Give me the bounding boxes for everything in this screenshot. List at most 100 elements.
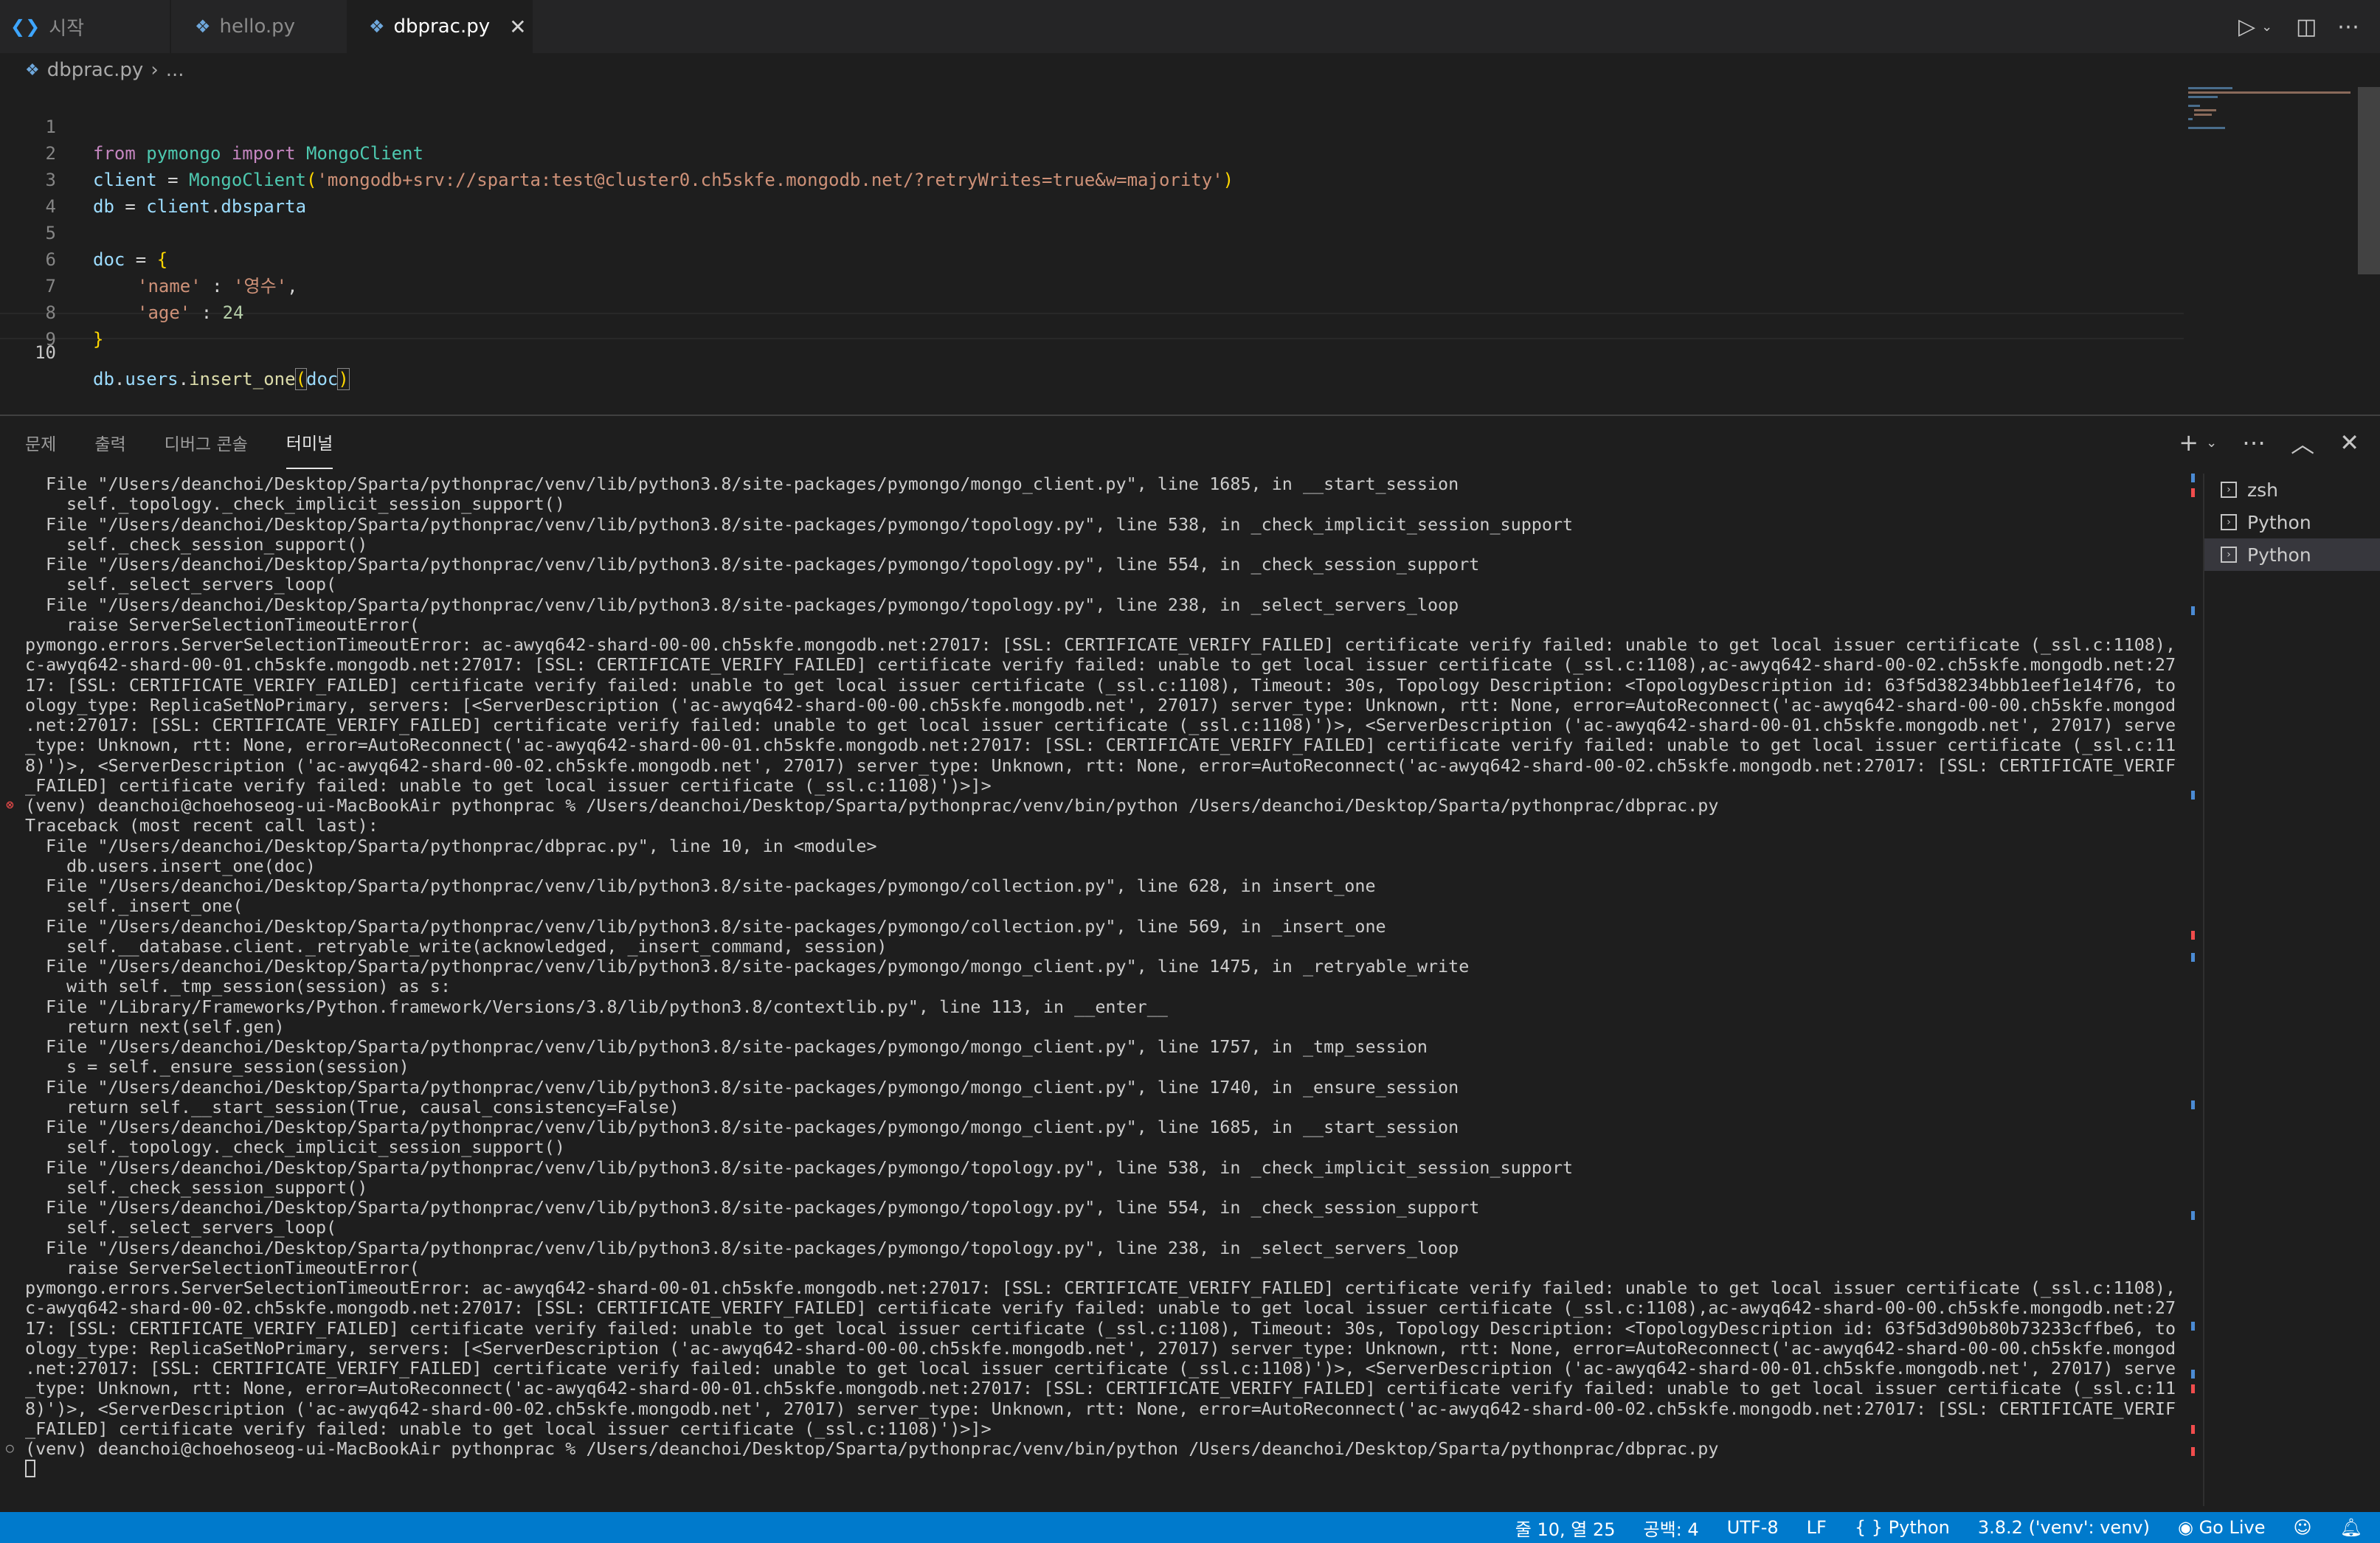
code-line-current: 10 db.users.insert_one(doc) [0,313,2184,390]
editor-scrollbar[interactable] [2358,87,2380,274]
ellipsis-icon[interactable]: ⋯ [2242,429,2266,457]
tab-problems[interactable]: 문제 [25,416,56,469]
tab-label: 시작 [49,17,85,40]
chevron-down-icon[interactable]: ⌄ [2261,19,2272,35]
terminal-line: .net:27017: [SSL: CERTIFICATE_VERIFY_FAI… [25,1358,2176,1379]
terminal-line: File "/Users/deanchoi/Desktop/Sparta/pyt… [46,956,1470,977]
terminal-line: ology_type: ReplicaSetNoPrimary, servers… [25,1337,2176,1359]
tab-label: dbprac.py [393,15,491,38]
terminal-line: self._select_servers_loop( [66,1217,337,1238]
python-file-icon: ❖ [369,16,385,37]
notifications-bell-icon[interactable]: 🔔︎ [2340,1517,2362,1538]
run-python-button[interactable]: ▷ ⌄ [2238,0,2272,53]
feedback-icon[interactable]: ☺ [2294,1517,2312,1538]
tab-terminal[interactable]: 터미널 [286,416,333,469]
terminal-line: self._check_session_support() [66,1176,368,1198]
go-live-button[interactable]: ◉ Go Live [2178,1517,2266,1538]
terminal-line: return next(self.gen) [66,1016,285,1037]
chevron-right-icon: › [151,59,159,81]
terminal-line: raise ServerSelectionTimeoutError( [66,614,420,635]
python-file-icon: ❖ [25,60,40,80]
terminal-line: _type: Unknown, rtt: None, error=AutoRec… [25,1378,2176,1399]
terminal-line: .net:27017: [SSL: CERTIFICATE_VERIFY_FAI… [25,715,2176,735]
terminal-line: self._select_servers_loop( [66,574,337,595]
braces-icon: { } [1854,1517,1883,1538]
status-bar: 줄 10, 열 25 공백: 4 UTF-8 LF { } Python 3.8… [0,1512,2380,1543]
terminal-item-python[interactable]: › Python [2204,506,2380,538]
code-editor[interactable]: 1 from pymongo import MongoClient 2 clie… [0,87,2380,412]
terminal-line: with self._tmp_session(session) as s: [66,976,452,997]
more-actions-button[interactable]: ⋯ [2337,0,2359,53]
tab-debug-console[interactable]: 디버그 콘솔 [165,416,248,469]
tab-output[interactable]: 출력 [94,416,125,469]
terminal-line: File "/Users/deanchoi/Desktop/Sparta/pyt… [46,594,1459,615]
breadcrumb-file[interactable]: dbprac.py [47,59,144,81]
line-number: 10 [35,342,56,363]
terminal-line: raise ServerSelectionTimeoutError( [66,1257,420,1278]
terminal-output[interactable]: File "/Users/deanchoi/Desktop/Sparta/pyt… [0,474,2176,1506]
terminal-line: 17: [SSL: CERTIFICATE_VERIFY_FAILED] cer… [25,674,2176,696]
terminal-line: File "/Users/deanchoi/Desktop/Sparta/pyt… [46,1157,1574,1178]
code-line: 8 } [0,273,2184,350]
terminal-cursor [25,1460,35,1478]
indentation[interactable]: 공백: 4 [1644,1515,1699,1541]
terminal-line: c-awyq642-shard-00-01.ch5skfe.mongodb.ne… [25,654,2176,676]
terminal-line: self._topology._check_implicit_session_s… [66,1137,565,1158]
code-line: 7 'age' : 24 [0,246,2184,323]
play-icon: ▷ [2238,13,2256,40]
terminal-line: File "/Users/deanchoi/Desktop/Sparta/pyt… [46,835,877,856]
encoding[interactable]: UTF-8 [1727,1517,1779,1538]
terminal-line: File "/Users/deanchoi/Desktop/Sparta/pyt… [46,554,1480,575]
command-pending-icon[interactable]: ○ [6,1442,18,1455]
terminal-line: self.__database.client._retryable_write(… [66,935,888,957]
tab-welcome[interactable]: ❮❯ 시작 [0,0,171,53]
terminal-line: _FAILED] certificate verify failed: unab… [25,1418,992,1439]
terminal-line: File "/Users/deanchoi/Desktop/Sparta/pyt… [46,1076,1459,1098]
terminal-item-zsh[interactable]: › zsh [2204,474,2380,506]
code-line: 5 doc = { [0,193,2184,270]
python-interpreter[interactable]: 3.8.2 ('venv': venv) [1978,1517,2150,1538]
terminal-line: db.users.insert_one(doc) [66,855,316,876]
terminal-line: File "/Library/Frameworks/Python.framewo… [46,996,1168,1017]
terminal-icon: › [2221,482,2237,498]
code-line: 3 db = client.dbsparta [0,140,2184,217]
editor-tab-bar: ❮❯ 시작 ❖ hello.py ❖ dbprac.py ✕ ▷ ⌄ ◫ ⋯ [0,0,2380,53]
language-mode[interactable]: { } Python [1855,1517,1950,1538]
terminal-line: (venv) deanchoi@choehoseog-ui-MacBookAir… [25,1438,1719,1459]
code-line: 2 client = MongoClient('mongodb+srv://sp… [0,114,2184,190]
bottom-panel: 문제 출력 디버그 콘솔 터미널 + ⌄ ⋯ ︿ ✕ File "/Users/… [0,415,2380,1512]
terminal-list: › zsh › Python › Python [2203,474,2380,1506]
terminal-line: File "/Users/deanchoi/Desktop/Sparta/pyt… [46,513,1574,535]
close-panel-icon[interactable]: ✕ [2339,429,2359,457]
breadcrumb-symbols[interactable]: ... [166,59,184,81]
terminal-icon: › [2221,547,2237,563]
tab-hello-py[interactable]: ❖ hello.py [171,0,348,53]
chevron-down-icon[interactable]: ⌄ [2206,435,2217,451]
terminal-line: (venv) deanchoi@choehoseog-ui-MacBookAir… [25,795,1719,816]
ellipsis-icon: ⋯ [2337,13,2359,40]
terminal-line: File "/Users/deanchoi/Desktop/Sparta/pyt… [46,1197,1480,1218]
minimap[interactable] [2184,87,2353,412]
terminal-line: ology_type: ReplicaSetNoPrimary, servers… [25,694,2176,715]
cursor-position[interactable]: 줄 10, 열 25 [1515,1515,1616,1541]
terminal-line: File "/Users/deanchoi/Desktop/Sparta/pyt… [46,915,1386,937]
terminal-line: return self.__start_session(True, causal… [66,1096,679,1117]
terminal-line: File "/Users/deanchoi/Desktop/Sparta/pyt… [46,474,1459,494]
terminal-line: pymongo.errors.ServerSelectionTimeoutErr… [25,1277,2176,1298]
tab-dbprac-py[interactable]: ❖ dbprac.py ✕ [348,0,533,53]
new-terminal-icon[interactable]: + [2179,429,2199,457]
broadcast-icon: ◉ [2177,1517,2193,1538]
maximize-panel-icon[interactable]: ︿ [2291,426,2314,460]
python-file-icon: ❖ [195,16,211,37]
end-of-line[interactable]: LF [1807,1517,1827,1538]
close-tab-icon[interactable]: ✕ [509,15,526,39]
code-line: 1 from pymongo import MongoClient [0,87,2184,164]
terminal-line: pymongo.errors.ServerSelectionTimeoutErr… [25,634,2176,655]
split-editor-icon: ◫ [2296,13,2317,40]
command-error-icon[interactable]: ⊗ [6,799,18,812]
terminal-item-python-active[interactable]: › Python [2204,538,2380,571]
panel-actions: + ⌄ ⋯ ︿ ✕ [2154,416,2359,469]
terminal-line: File "/Users/deanchoi/Desktop/Sparta/pyt… [46,1036,1428,1057]
terminal-line: File "/Users/deanchoi/Desktop/Sparta/pyt… [46,1117,1459,1137]
split-editor-button[interactable]: ◫ [2296,0,2317,53]
